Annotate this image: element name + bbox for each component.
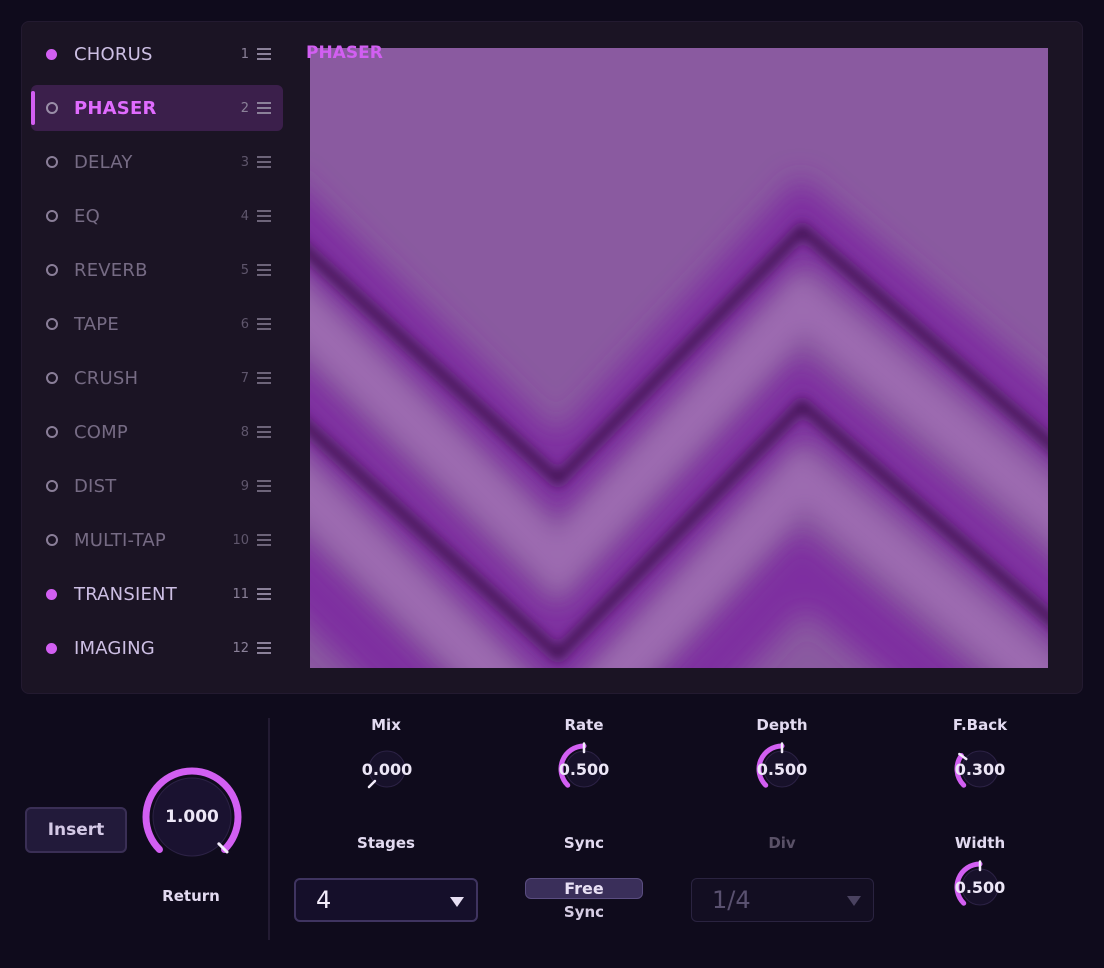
effect-label: CHORUS: [74, 43, 153, 65]
effect-label: COMP: [74, 421, 128, 443]
effect-toggle-dot[interactable]: [46, 264, 58, 276]
mix-knob-value: 0.000: [361, 760, 413, 779]
stages-label: Stages: [357, 834, 415, 852]
effects-list: CHORUS 1 PHASER 2 DELAY 3 EQ 4 REVERB 5 TAPE 6 CRUSH…: [31, 31, 283, 679]
drag-handle-icon[interactable]: [257, 210, 271, 222]
effect-item-comp[interactable]: COMP 8: [31, 409, 283, 455]
sync-label: Sync: [563, 834, 605, 852]
div-select-value: 1/4: [712, 886, 751, 914]
effect-label: TRANSIENT: [74, 583, 177, 605]
effect-item-delay[interactable]: DELAY 3: [31, 139, 283, 185]
depth-knob[interactable]: 0.500: [754, 741, 810, 797]
effect-item-chorus[interactable]: CHORUS 1: [31, 31, 283, 77]
effect-label: REVERB: [74, 259, 148, 281]
drag-handle-icon[interactable]: [257, 480, 271, 492]
effect-index: 11: [232, 586, 249, 602]
effect-label: DELAY: [74, 151, 133, 173]
div-label: Div: [768, 834, 796, 852]
rate-knob[interactable]: 0.500: [556, 741, 612, 797]
effect-toggle-dot[interactable]: [46, 588, 57, 600]
effect-item-imaging[interactable]: IMAGING 12: [31, 625, 283, 671]
stages-select[interactable]: 4: [294, 878, 478, 922]
drag-handle-icon[interactable]: [257, 534, 271, 546]
return-knob[interactable]: 1.000: [139, 764, 245, 870]
width-label: Width: [954, 834, 1006, 852]
effect-index: 7: [240, 370, 249, 386]
effect-item-multi-tap[interactable]: MULTI-TAP 10: [31, 517, 283, 563]
effect-toggle-dot[interactable]: [46, 372, 58, 384]
effect-item-transient[interactable]: TRANSIENT 11: [31, 571, 283, 617]
effect-label: IMAGING: [74, 637, 155, 659]
width-knob[interactable]: 0.500: [952, 859, 1008, 915]
stages-select-value: 4: [316, 886, 332, 914]
div-select: 1/4: [691, 878, 874, 922]
effect-label: MULTI-TAP: [74, 529, 166, 551]
effect-toggle-dot[interactable]: [46, 426, 58, 438]
effect-toggle-dot[interactable]: [46, 102, 58, 114]
phaser-visualizer: [310, 48, 1048, 668]
feedback-knob-value: 0.300: [954, 760, 1006, 779]
effect-toggle-dot[interactable]: [46, 156, 58, 168]
drag-handle-icon[interactable]: [257, 372, 271, 384]
effect-index: 5: [240, 262, 249, 278]
effect-label: DIST: [74, 475, 117, 497]
drag-handle-icon[interactable]: [257, 156, 271, 168]
return-knob-value: 1.000: [165, 807, 219, 827]
mix-label: Mix: [371, 716, 401, 734]
effect-index: 6: [240, 316, 249, 332]
return-label: Return: [162, 887, 220, 905]
rate-label: Rate: [564, 716, 604, 734]
effect-toggle-dot[interactable]: [46, 210, 58, 222]
effect-index: 12: [232, 640, 249, 656]
effect-index: 3: [240, 154, 249, 170]
sync-sub-label: Sync: [563, 903, 605, 921]
width-knob-value: 0.500: [954, 878, 1006, 897]
insert-button[interactable]: Insert: [25, 807, 127, 853]
depth-label: Depth: [756, 716, 808, 734]
effect-item-eq[interactable]: EQ 4: [31, 193, 283, 239]
drag-handle-icon[interactable]: [257, 318, 271, 330]
drag-handle-icon[interactable]: [257, 588, 271, 600]
effect-item-reverb[interactable]: REVERB 5: [31, 247, 283, 293]
effect-item-crush[interactable]: CRUSH 7: [31, 355, 283, 401]
phaser-waveform-graphic: [310, 48, 1048, 668]
effect-index: 4: [240, 208, 249, 224]
effect-toggle-dot[interactable]: [46, 48, 57, 60]
rate-knob-value: 0.500: [558, 760, 610, 779]
effect-label: TAPE: [74, 313, 119, 335]
chevron-down-icon: [847, 896, 861, 906]
sync-free-button[interactable]: Free: [525, 878, 643, 899]
effect-index: 9: [240, 478, 249, 494]
effect-index: 2: [240, 100, 249, 116]
feedback-label: F.Back: [952, 716, 1008, 734]
effect-label: PHASER: [74, 97, 157, 119]
effect-item-phaser[interactable]: PHASER 2: [31, 85, 283, 131]
effect-item-dist[interactable]: DIST 9: [31, 463, 283, 509]
effect-label: CRUSH: [74, 367, 139, 389]
effect-index: 1: [240, 46, 249, 62]
drag-handle-icon[interactable]: [257, 264, 271, 276]
effect-index: 8: [240, 424, 249, 440]
feedback-knob[interactable]: 0.300: [952, 741, 1008, 797]
effect-toggle-dot[interactable]: [46, 534, 58, 546]
effect-item-tape[interactable]: TAPE 6: [31, 301, 283, 347]
drag-handle-icon[interactable]: [257, 642, 271, 654]
effect-toggle-dot[interactable]: [46, 642, 57, 654]
chevron-down-icon: [450, 897, 464, 907]
effect-label: EQ: [74, 205, 100, 227]
section-divider: [268, 718, 270, 940]
effect-toggle-dot[interactable]: [46, 318, 58, 330]
drag-handle-icon[interactable]: [257, 102, 271, 114]
visualizer-title: PHASER: [306, 43, 383, 63]
drag-handle-icon[interactable]: [257, 48, 271, 60]
effect-toggle-dot[interactable]: [46, 480, 58, 492]
drag-handle-icon[interactable]: [257, 426, 271, 438]
effect-index: 10: [232, 532, 249, 548]
mix-knob[interactable]: 0.000: [359, 741, 415, 797]
depth-knob-value: 0.500: [756, 760, 808, 779]
